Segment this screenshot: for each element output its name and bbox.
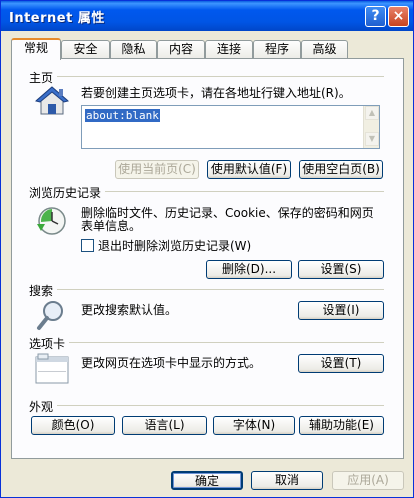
help-button[interactable]: ? bbox=[365, 6, 386, 27]
ok-button[interactable]: 确定 bbox=[171, 471, 243, 490]
search-divider bbox=[57, 289, 384, 290]
tab-advanced[interactable]: 高级 bbox=[301, 40, 348, 59]
homepage-address-textarea[interactable]: about:blank ▲ ▼ bbox=[81, 105, 380, 149]
appearance-divider bbox=[57, 405, 384, 406]
delete-on-exit-checkbox[interactable] bbox=[81, 239, 94, 252]
scroll-up-icon[interactable]: ▲ bbox=[365, 106, 379, 120]
internet-options-dialog: Internet 属性 ? × 常规 安全 隐私 内容 连接 程序 高级 主页 … bbox=[0, 0, 414, 498]
search-section-title: 搜索 bbox=[29, 282, 58, 299]
apply-button[interactable]: 应用(A) bbox=[332, 471, 404, 490]
homepage-section-title: 主页 bbox=[29, 69, 58, 86]
delete-history-button[interactable]: 删除(D)... bbox=[206, 260, 292, 279]
history-description-line2: 表单信息。 bbox=[81, 219, 142, 233]
history-settings-button[interactable]: 设置(S) bbox=[298, 260, 384, 279]
tab-programs[interactable]: 程序 bbox=[253, 40, 301, 59]
tab-content[interactable]: 内容 bbox=[157, 40, 205, 59]
tab-connections[interactable]: 连接 bbox=[205, 40, 253, 59]
history-divider bbox=[101, 191, 384, 192]
appearance-section-title: 外观 bbox=[29, 398, 58, 415]
homepage-divider bbox=[53, 76, 384, 77]
homepage-scrollbar[interactable]: ▲ ▼ bbox=[363, 106, 379, 148]
title-bar[interactable]: Internet 属性 ? × bbox=[1, 1, 413, 31]
tabs-divider bbox=[69, 342, 384, 343]
tabs-settings-button[interactable]: 设置(T) bbox=[298, 354, 384, 373]
house-icon bbox=[35, 86, 69, 115]
use-blank-button[interactable]: 使用空白页(B) bbox=[299, 160, 383, 179]
close-button[interactable]: × bbox=[388, 6, 409, 27]
search-description: 更改搜索默认值。 bbox=[81, 303, 178, 317]
tab-security[interactable]: 安全 bbox=[61, 40, 110, 59]
tab-privacy[interactable]: 隐私 bbox=[110, 40, 157, 59]
fonts-button[interactable]: 字体(N) bbox=[213, 416, 295, 435]
tabs-window-icon bbox=[35, 353, 69, 384]
tab-general[interactable]: 常规 bbox=[11, 38, 61, 60]
scroll-down-icon[interactable]: ▼ bbox=[365, 132, 379, 146]
history-description-line1: 删除临时文件、历史记录、Cookie、保存的密码和网页 bbox=[81, 206, 374, 220]
history-clock-icon bbox=[37, 207, 66, 235]
history-section-title: 浏览历史记录 bbox=[29, 184, 106, 201]
tabs-section-title: 选项卡 bbox=[29, 335, 70, 352]
use-current-button[interactable]: 使用当前页(C) bbox=[115, 160, 199, 179]
languages-button[interactable]: 语言(L) bbox=[122, 416, 207, 435]
use-default-button[interactable]: 使用默认值(F) bbox=[207, 160, 291, 179]
cancel-button[interactable]: 取消 bbox=[251, 471, 323, 490]
homepage-description: 若要创建主页选项卡，请在各地址行键入地址(R)。 bbox=[81, 86, 351, 100]
homepage-address-value: about:blank bbox=[85, 109, 160, 122]
accessibility-button[interactable]: 辅助功能(E) bbox=[299, 416, 384, 435]
delete-on-exit-label[interactable]: 退出时删除浏览历史记录(W) bbox=[98, 239, 251, 253]
tabs-description: 更改网页在选项卡中显示的方式。 bbox=[81, 356, 262, 370]
search-settings-button[interactable]: 设置(I) bbox=[298, 301, 384, 320]
search-magnifier-icon bbox=[37, 301, 63, 330]
window-title: Internet 属性 bbox=[9, 11, 105, 26]
colors-button[interactable]: 颜色(O) bbox=[31, 416, 115, 435]
